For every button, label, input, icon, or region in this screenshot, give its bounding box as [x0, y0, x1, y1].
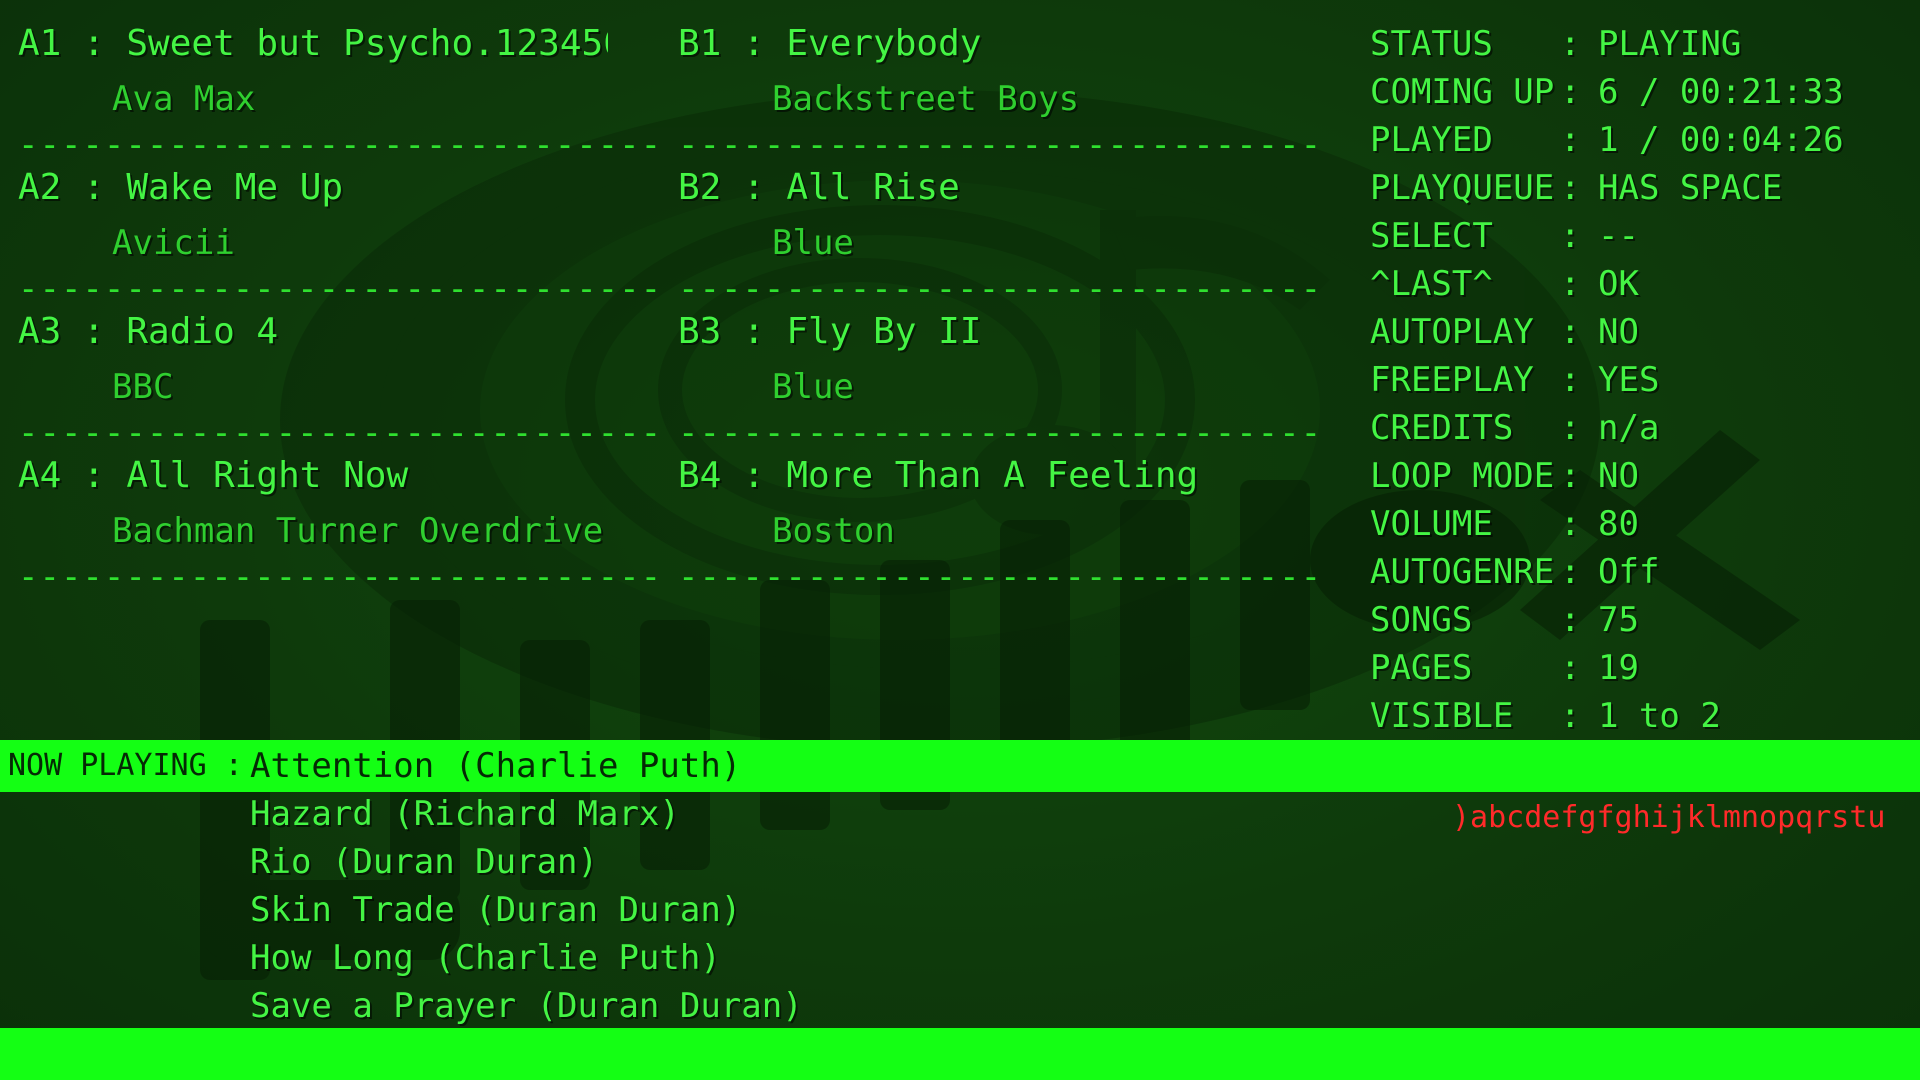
status-value: NO	[1598, 456, 1639, 496]
status-key: SELECT	[1370, 216, 1493, 256]
status-value: --	[1598, 216, 1639, 256]
status-value: 19	[1598, 648, 1639, 688]
status-key: VISIBLE	[1370, 696, 1514, 736]
status-value: NO	[1598, 312, 1639, 352]
slot-title: A1 : Sweet but Psycho.12345678'	[18, 23, 608, 64]
status-value: HAS SPACE	[1598, 168, 1783, 208]
status-key: SONGS	[1370, 600, 1473, 640]
slot-artist: BBC	[112, 367, 174, 407]
status-row: SONGS:75	[1370, 596, 1910, 644]
queue-item: Rio (Duran Duran)	[250, 842, 598, 882]
queue-item: Hazard (Richard Marx)	[250, 794, 680, 834]
status-key: LOOP MODE	[1370, 456, 1555, 496]
status-key: PLAYQUEUE	[1370, 168, 1555, 208]
status-value: OK	[1598, 264, 1639, 304]
slot-divider: ------------------------------	[18, 557, 663, 597]
status-key: PAGES	[1370, 648, 1473, 688]
status-key: PLAYED	[1370, 120, 1493, 160]
status-row: CREDITS: n/a	[1370, 404, 1910, 452]
status-separator: :	[1560, 648, 1581, 688]
status-row: FREEPLAY: YES	[1370, 356, 1910, 404]
input-buffer-text: )abcdefgfghijklmnopqrstu	[1452, 800, 1886, 835]
slot-title: B1 : Everybody	[678, 23, 982, 64]
status-separator: :	[1560, 552, 1581, 592]
slot-title: A3 : Radio 4	[18, 311, 279, 352]
slot-title: A2 : Wake Me Up	[18, 167, 344, 208]
status-value: Off	[1598, 552, 1660, 592]
now-playing-label: NOW PLAYING :	[8, 748, 243, 783]
slot-artist: Avicii	[112, 223, 235, 263]
status-key: COMING UP	[1370, 72, 1555, 112]
status-row: ^LAST^: OK	[1370, 260, 1910, 308]
bottom-status-bar	[0, 1028, 1920, 1080]
status-separator: :	[1560, 120, 1581, 160]
status-separator: :	[1560, 312, 1581, 352]
slot-title: B2 : All Rise	[678, 167, 960, 208]
status-key: STATUS	[1370, 24, 1493, 64]
queue-item: Save a Prayer (Duran Duran)	[250, 986, 803, 1026]
status-value: YES	[1598, 360, 1660, 400]
status-separator: :	[1560, 24, 1581, 64]
status-key: VOLUME	[1370, 504, 1493, 544]
slot-title: A4 : All Right Now	[18, 455, 409, 496]
status-value: PLAYING	[1598, 24, 1742, 64]
queue-item: Skin Trade (Duran Duran)	[250, 890, 742, 930]
status-separator: :	[1560, 408, 1581, 448]
slot-divider: ------------------------------	[678, 125, 1323, 165]
status-key: ^LAST^	[1370, 264, 1493, 304]
status-row: PLAYED:1 / 00:04:26	[1370, 116, 1910, 164]
status-value: n/a	[1598, 408, 1660, 448]
status-value: 6 / 00:21:33	[1598, 72, 1844, 112]
status-separator: :	[1560, 168, 1581, 208]
slot-divider: ------------------------------	[18, 413, 663, 453]
slot-divider: ------------------------------	[678, 413, 1323, 453]
status-value: 1 to 2	[1598, 696, 1721, 736]
status-row: PAGES:19	[1370, 644, 1910, 692]
status-separator: :	[1560, 504, 1581, 544]
slot-divider: ------------------------------	[18, 269, 663, 309]
status-value: 1 / 00:04:26	[1598, 120, 1844, 160]
status-row: STATUS: PLAYING	[1370, 20, 1910, 68]
slot-artist: Blue	[772, 223, 854, 263]
status-key: AUTOGENRE	[1370, 552, 1555, 592]
slot-artist: Backstreet Boys	[772, 79, 1080, 119]
queue-item: How Long (Charlie Puth)	[250, 938, 721, 978]
status-key: AUTOPLAY	[1370, 312, 1534, 352]
status-row: SELECT: --	[1370, 212, 1910, 260]
status-value: 80	[1598, 504, 1639, 544]
now-playing-bar: NOW PLAYING : Attention (Charlie Puth)	[0, 740, 1920, 792]
status-separator: :	[1560, 264, 1581, 304]
status-separator: :	[1560, 696, 1581, 736]
status-separator: :	[1560, 72, 1581, 112]
status-row: COMING UP:6 / 00:21:33	[1370, 68, 1910, 116]
slot-title: B3 : Fly By II	[678, 311, 982, 352]
status-separator: :	[1560, 360, 1581, 400]
status-value: 75	[1598, 600, 1639, 640]
status-row: AUTOGENRE: Off	[1370, 548, 1910, 596]
status-row: LOOP MODE: NO	[1370, 452, 1910, 500]
slot-artist: Ava Max	[112, 79, 256, 119]
status-separator: :	[1560, 600, 1581, 640]
slot-artist: Boston	[772, 511, 895, 551]
slot-artist: Bachman Turner Overdrive	[112, 511, 604, 551]
slot-divider: ------------------------------	[678, 269, 1323, 309]
status-separator: :	[1560, 456, 1581, 496]
status-key: CREDITS	[1370, 408, 1514, 448]
slot-title: B4 : More Than A Feeling	[678, 455, 1199, 496]
status-row: VISIBLE:1 to 2	[1370, 692, 1910, 740]
now-playing-track: Attention (Charlie Puth)	[250, 746, 742, 786]
status-key: FREEPLAY	[1370, 360, 1534, 400]
status-separator: :	[1560, 216, 1581, 256]
status-row: VOLUME:80	[1370, 500, 1910, 548]
status-row: PLAYQUEUE: HAS SPACE	[1370, 164, 1910, 212]
jukebox-screen: A1 : Sweet but Psycho.12345678' Ava Max …	[0, 0, 1920, 1080]
status-row: AUTOPLAY: NO	[1370, 308, 1910, 356]
slot-artist: Blue	[772, 367, 854, 407]
slot-divider: ------------------------------	[18, 125, 663, 165]
slot-divider: ------------------------------	[678, 557, 1323, 597]
